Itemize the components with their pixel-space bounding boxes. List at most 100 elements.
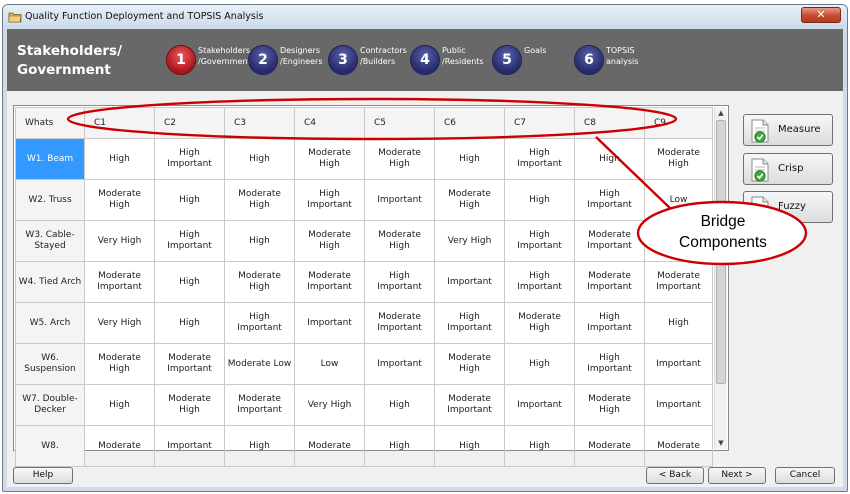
column-header-c5[interactable]: C5 xyxy=(364,107,435,139)
column-header-c3[interactable]: C3 xyxy=(224,107,295,139)
rating-cell[interactable]: Low xyxy=(294,343,365,385)
rating-cell[interactable]: High xyxy=(504,343,575,385)
rating-cell[interactable]: High xyxy=(434,425,505,467)
rating-cell[interactable]: Important xyxy=(364,343,435,385)
rating-cell[interactable]: High Important xyxy=(574,179,645,221)
rating-cell[interactable]: Moderate xyxy=(294,425,365,467)
rating-cell[interactable]: Important xyxy=(644,384,713,426)
rating-cell[interactable]: Important xyxy=(504,384,575,426)
rating-cell[interactable]: Moderate Low xyxy=(224,343,295,385)
rating-cell[interactable]: High xyxy=(224,425,295,467)
row-header[interactable]: W6. Suspension xyxy=(15,343,85,385)
rating-cell[interactable]: High xyxy=(504,425,575,467)
column-header-c9[interactable]: C9 xyxy=(644,107,713,139)
table-row: W1. Beam High High Important High Moderate H… xyxy=(15,138,713,180)
measure-button[interactable]: Measure xyxy=(743,114,833,146)
rating-cell[interactable]: High Important xyxy=(574,343,645,385)
rating-cell[interactable]: Very High xyxy=(294,384,365,426)
rating-cell[interactable]: Moderate High xyxy=(644,138,713,180)
rating-cell[interactable]: High xyxy=(434,138,505,180)
rating-cell[interactable]: Moderate Important xyxy=(224,384,295,426)
rating-cell[interactable]: Moderate High xyxy=(294,138,365,180)
crisp-button[interactable]: Crisp xyxy=(743,153,833,185)
rating-cell[interactable]: Moderate High xyxy=(434,179,505,221)
rating-cell[interactable]: High xyxy=(154,179,225,221)
rating-cell[interactable]: High Important xyxy=(154,220,225,262)
rating-cell[interactable]: Moderate High xyxy=(154,384,225,426)
scroll-down-icon[interactable]: ▼ xyxy=(715,437,727,449)
rating-cell[interactable]: High xyxy=(364,384,435,426)
scroll-up-icon[interactable]: ▲ xyxy=(715,107,727,119)
rating-cell[interactable]: High Important xyxy=(364,261,435,303)
rating-cell[interactable]: High xyxy=(644,302,713,344)
rating-cell[interactable]: High Important xyxy=(294,179,365,221)
rating-cell[interactable]: High xyxy=(224,220,295,262)
rating-cell[interactable]: Moderate High xyxy=(84,179,155,221)
rating-cell[interactable]: High Important xyxy=(504,138,575,180)
rating-cell[interactable]: High Important xyxy=(574,302,645,344)
column-header-c2[interactable]: C2 xyxy=(154,107,225,139)
cancel-button[interactable]: Cancel xyxy=(775,467,835,484)
rating-cell[interactable]: High xyxy=(224,138,295,180)
column-header-c1[interactable]: C1 xyxy=(84,107,155,139)
column-header-c8[interactable]: C8 xyxy=(574,107,645,139)
row-header[interactable]: W8. xyxy=(15,425,85,467)
rating-cell[interactable]: Moderate Important xyxy=(294,261,365,303)
rating-cell[interactable]: Important xyxy=(364,179,435,221)
rating-cell[interactable]: Moderate High xyxy=(364,138,435,180)
rating-cell[interactable]: Moderate High xyxy=(434,343,505,385)
rating-cell[interactable]: Important xyxy=(644,343,713,385)
rating-cell[interactable]: Moderate Important xyxy=(434,384,505,426)
rating-cell[interactable]: High Important xyxy=(434,302,505,344)
row-header[interactable]: W2. Truss xyxy=(15,179,85,221)
rating-cell[interactable]: Moderate xyxy=(574,425,645,467)
rating-cell[interactable]: Very High xyxy=(84,302,155,344)
next-button[interactable]: Next > xyxy=(708,467,766,484)
rating-cell[interactable]: Moderate High xyxy=(294,220,365,262)
rating-cell[interactable]: Moderate Important xyxy=(574,220,645,262)
column-header-c6[interactable]: C6 xyxy=(434,107,505,139)
rating-cell[interactable]: High xyxy=(154,261,225,303)
rating-cell[interactable]: Moderate Important xyxy=(84,261,155,303)
column-header-c4[interactable]: C4 xyxy=(294,107,365,139)
rating-cell[interactable]: Important xyxy=(434,261,505,303)
row-header[interactable]: W7. Double-Decker xyxy=(15,384,85,426)
rating-cell[interactable]: High xyxy=(504,179,575,221)
help-button[interactable]: Help xyxy=(13,467,73,484)
document-check-icon xyxy=(751,119,769,143)
rating-cell[interactable]: Moderate Important xyxy=(644,261,713,303)
rating-cell[interactable]: Moderate High xyxy=(504,302,575,344)
rating-cell[interactable]: Moderate xyxy=(644,425,713,467)
rating-cell[interactable]: Important xyxy=(154,425,225,467)
rating-cell[interactable]: Very High xyxy=(84,220,155,262)
back-button[interactable]: < Back xyxy=(646,467,704,484)
rating-cell[interactable]: Moderate High xyxy=(224,179,295,221)
rating-cell[interactable]: High xyxy=(574,138,645,180)
rating-cell[interactable]: Moderate High xyxy=(574,384,645,426)
rating-cell[interactable]: Moderate Important xyxy=(364,302,435,344)
rating-cell[interactable]: Moderate Important xyxy=(154,343,225,385)
row-header[interactable]: W3. Cable-Stayed xyxy=(15,220,85,262)
row-header[interactable]: W4. Tied Arch xyxy=(15,261,85,303)
rating-cell[interactable]: High xyxy=(84,138,155,180)
rating-cell[interactable]: Moderate High xyxy=(364,220,435,262)
rating-cell[interactable]: Moderate High xyxy=(224,261,295,303)
vertical-scrollbar[interactable]: ▲ ▼ xyxy=(714,107,727,449)
close-button[interactable]: ✕ xyxy=(801,7,841,23)
rating-cell[interactable]: High xyxy=(364,425,435,467)
rating-cell[interactable]: Moderate Important xyxy=(574,261,645,303)
rating-cell[interactable]: High Important xyxy=(154,138,225,180)
rating-cell[interactable]: High Important xyxy=(504,220,575,262)
rating-cell[interactable]: High xyxy=(154,302,225,344)
close-icon: ✕ xyxy=(816,8,826,21)
row-header[interactable]: W5. Arch xyxy=(15,302,85,344)
rating-cell[interactable]: Very High xyxy=(434,220,505,262)
rating-cell[interactable]: High Important xyxy=(504,261,575,303)
row-header[interactable]: W1. Beam xyxy=(15,138,85,180)
column-header-c7[interactable]: C7 xyxy=(504,107,575,139)
rating-cell[interactable]: Important xyxy=(294,302,365,344)
rating-cell[interactable]: High xyxy=(84,384,155,426)
rating-cell[interactable]: Moderate xyxy=(84,425,155,467)
rating-cell[interactable]: Moderate High xyxy=(84,343,155,385)
rating-cell[interactable]: High Important xyxy=(224,302,295,344)
